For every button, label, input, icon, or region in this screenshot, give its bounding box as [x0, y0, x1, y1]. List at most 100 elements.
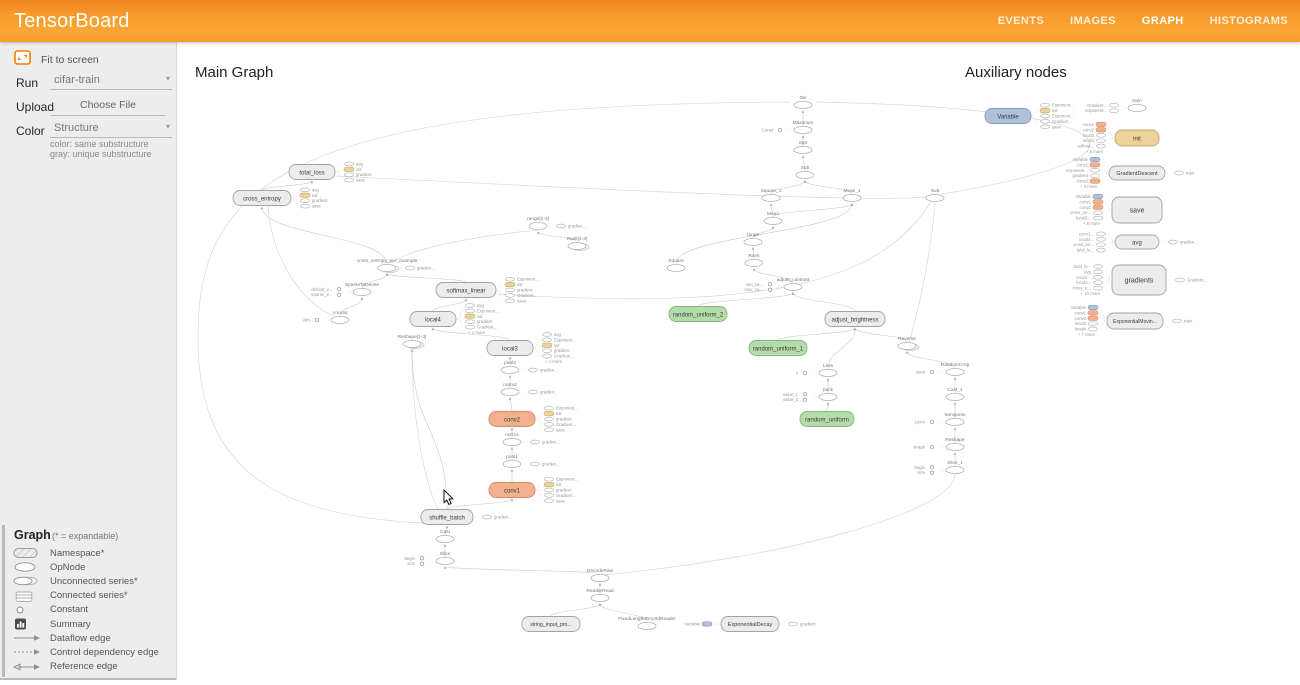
- svg-text:ReaderRead: ReaderRead: [586, 588, 614, 594]
- graph-node-range_op[interactable]: range: [744, 232, 762, 246]
- svg-text:Gradient...: Gradient...: [554, 354, 574, 359]
- run-select-value: cifar-train: [54, 74, 100, 86]
- graph-node-reshape13[interactable]: Reshape[1-3]: [398, 334, 427, 349]
- opnode-icon: [12, 560, 48, 574]
- graph-edge-conv2-norm2: [510, 398, 512, 412]
- graph-node-exp_decay[interactable]: ExponentialDecayVariablegradient: [685, 617, 817, 632]
- graph-node-train[interactable]: trainGradient...Exponent...: [1085, 98, 1146, 113]
- nav-tab-images[interactable]: IMAGES: [1070, 15, 1116, 27]
- svg-text:gradient: gradient: [554, 348, 570, 353]
- graph-node-cast[interactable]: Cast: [436, 529, 454, 543]
- graph-node-sub[interactable]: Sub: [796, 165, 814, 179]
- graph-node-square[interactable]: Square: [667, 258, 685, 272]
- svg-text:init: init: [517, 282, 523, 287]
- graph-node-total_loss[interactable]: total_lossavginitgradientsave: [289, 161, 372, 182]
- legend-item-dataflow-edge: Dataflow edge: [0, 631, 176, 645]
- graph-node-softmax_linear[interactable]: softmax_linearExponent...initgradientGra…: [436, 277, 539, 304]
- graph-curve-2: [336, 176, 926, 198]
- svg-text:Exponent...: Exponent...: [1085, 108, 1107, 113]
- fit-to-screen-icon[interactable]: [14, 50, 31, 70]
- graph-node-avg[interactable]: avgconv1...local4...cross_en...total_lo.…: [1073, 231, 1198, 252]
- graph-node-save[interactable]: saveVariableconv1conv2cross_en...local3.…: [1070, 194, 1162, 226]
- graph-node-random_uniform[interactable]: random_uniform: [800, 412, 854, 427]
- graph-node-expmoving[interactable]: ExponentialMovin...Variableconv1conv2loc…: [1071, 305, 1193, 337]
- graph-node-readerread[interactable]: ReaderRead: [586, 588, 614, 602]
- graph-edge-random_uniform-pack: [827, 403, 828, 412]
- color-label: Color: [16, 124, 45, 138]
- fit-to-screen-label[interactable]: Fit to screen: [41, 54, 99, 66]
- svg-text:gradien...: gradien...: [494, 515, 512, 520]
- graph-node-norm1[interactable]: norm1gradien...: [503, 432, 560, 446]
- graph-node-gradients[interactable]: gradientstotal_lo...avgconv2...local3...…: [1072, 264, 1207, 296]
- graph-node-transpose[interactable]: transposeperm: [915, 412, 966, 426]
- svg-text:Gradient...: Gradient...: [1087, 103, 1107, 108]
- graph-node-mean_1[interactable]: Mean_1: [843, 188, 861, 202]
- svg-text:gradien...: gradien...: [568, 224, 586, 229]
- svg-text:local4...: local4...: [1079, 237, 1094, 242]
- svg-text:total_loss: total_loss: [299, 170, 324, 176]
- graph-node-square_1[interactable]: Square_1: [761, 188, 782, 202]
- svg-text:train: train: [1186, 171, 1195, 176]
- graph-node-decoderaw[interactable]: DecodeRaw: [587, 568, 614, 582]
- legend-title: Graph: [14, 528, 51, 542]
- svg-text:+ 1 more: + 1 more: [545, 359, 563, 364]
- graph-node-adjust_brightness[interactable]: adjust_brightness: [825, 312, 885, 327]
- graph-node-pool1[interactable]: pool1gradien...: [503, 454, 560, 468]
- graph-node-cross_entropy[interactable]: cross_entropyavginitgradientsave: [233, 187, 328, 208]
- graph-node-randomcrop[interactable]: RandomCropseed: [916, 362, 970, 376]
- graph-node-rank12[interactable]: Rank[1-2]: [567, 236, 589, 251]
- nav-tab-events[interactable]: EVENTS: [998, 15, 1044, 27]
- graph-node-local4[interactable]: local4avgExponent...initgradientGradient…: [410, 303, 499, 335]
- graph-node-range13[interactable]: range[1-3]gradien...: [527, 216, 586, 230]
- graph-node-norm2[interactable]: norm2gradien...: [501, 382, 558, 396]
- graph-node-init[interactable]: initconv1conv2local3local4softma...+ 5 m…: [1078, 122, 1159, 154]
- graph-node-slice[interactable]: Slicebeginsize: [404, 551, 454, 566]
- graph-node-adjust_contrast[interactable]: adjust_contrastmin_va...max_va...: [744, 277, 810, 292]
- graph-node-shuffle_batch[interactable]: shuffle_batchgradien...: [421, 510, 512, 525]
- graph-node-random_uniform_1[interactable]: random_uniform_1: [749, 341, 807, 356]
- svg-text:conv1: conv1: [1080, 199, 1092, 204]
- graph-node-reverse[interactable]: Reverse: [898, 336, 919, 351]
- graph-node-variable[interactable]: VariableExponent...initExponent...Gradie…: [985, 103, 1074, 130]
- svg-text:Square: Square: [668, 258, 684, 264]
- graph-node-graddesc[interactable]: GradientDescentVariableconv1Exponent...g…: [1066, 157, 1195, 189]
- graph-node-less[interactable]: Lessy: [796, 363, 837, 377]
- graph-canvas[interactable]: total_lossavginitgradientsave cross_entro…: [176, 42, 1300, 680]
- sidebar-scrollbar[interactable]: [2, 525, 5, 677]
- nav-tab-histograms[interactable]: HISTOGRAMS: [1210, 15, 1288, 27]
- svg-text:Cast: Cast: [440, 529, 451, 535]
- graph-node-string_input[interactable]: string_input_pro...: [522, 617, 580, 632]
- dataflow-edge-icon: [12, 631, 48, 645]
- svg-text:save: save: [356, 178, 366, 183]
- svg-text:gradien...: gradien...: [1180, 240, 1198, 245]
- nav-tab-graph[interactable]: GRAPH: [1142, 15, 1184, 27]
- graph-node-sparsetodense[interactable]: SparseToDensedefault_v...sparse_v...: [311, 282, 379, 297]
- graph-node-rank_op[interactable]: Rank: [745, 253, 763, 267]
- svg-text:Sub: Sub: [801, 165, 810, 171]
- graph-node-flrr[interactable]: FixedLengthRecordReader: [618, 616, 676, 630]
- graph-node-cepe[interactable]: cross_entropy_per_examplegradien...: [357, 258, 435, 273]
- graph-node-slice_1[interactable]: Slice_1beginsize: [914, 460, 964, 475]
- run-select[interactable]: cifar-train ▾: [50, 72, 172, 90]
- svg-text:Div: Div: [800, 95, 808, 101]
- graph-node-sub_1[interactable]: Sub: [926, 188, 944, 202]
- graph-node-local3[interactable]: local3avgExponent...initgradientGradient…: [487, 332, 576, 364]
- graph-node-cast_1[interactable]: Cast_1: [946, 387, 964, 401]
- graph-node-pack[interactable]: packvalue_1value_2: [783, 387, 837, 402]
- svg-text:Mean_1: Mean_1: [843, 188, 861, 194]
- svg-text:value_1: value_1: [783, 392, 799, 397]
- graph-node-div[interactable]: Div: [794, 95, 812, 109]
- graph-node-conv2[interactable]: conv2Exponent...initgradientGradient...s…: [489, 406, 578, 433]
- svg-text:+ 10 more: + 10 more: [1081, 291, 1101, 296]
- graph-node-mean[interactable]: Mean: [764, 211, 782, 225]
- graph-node-conv1[interactable]: conv1Exponent...initgradientGradient...s…: [489, 477, 578, 504]
- svg-text:init: init: [554, 343, 560, 348]
- graph-node-sqrt[interactable]: Sqrt: [794, 140, 812, 154]
- choose-file-button[interactable]: Choose File: [50, 96, 166, 116]
- graph-node-reshape_r[interactable]: Reshapeshape: [913, 437, 965, 451]
- graph-edges: [262, 111, 955, 623]
- color-select[interactable]: Structure ▾: [50, 120, 172, 138]
- graph-node-random_uniform_2[interactable]: random_uniform_2: [669, 307, 727, 322]
- graph-node-maximum[interactable]: MaximumConst: [762, 120, 814, 134]
- svg-text:init: init: [356, 167, 362, 172]
